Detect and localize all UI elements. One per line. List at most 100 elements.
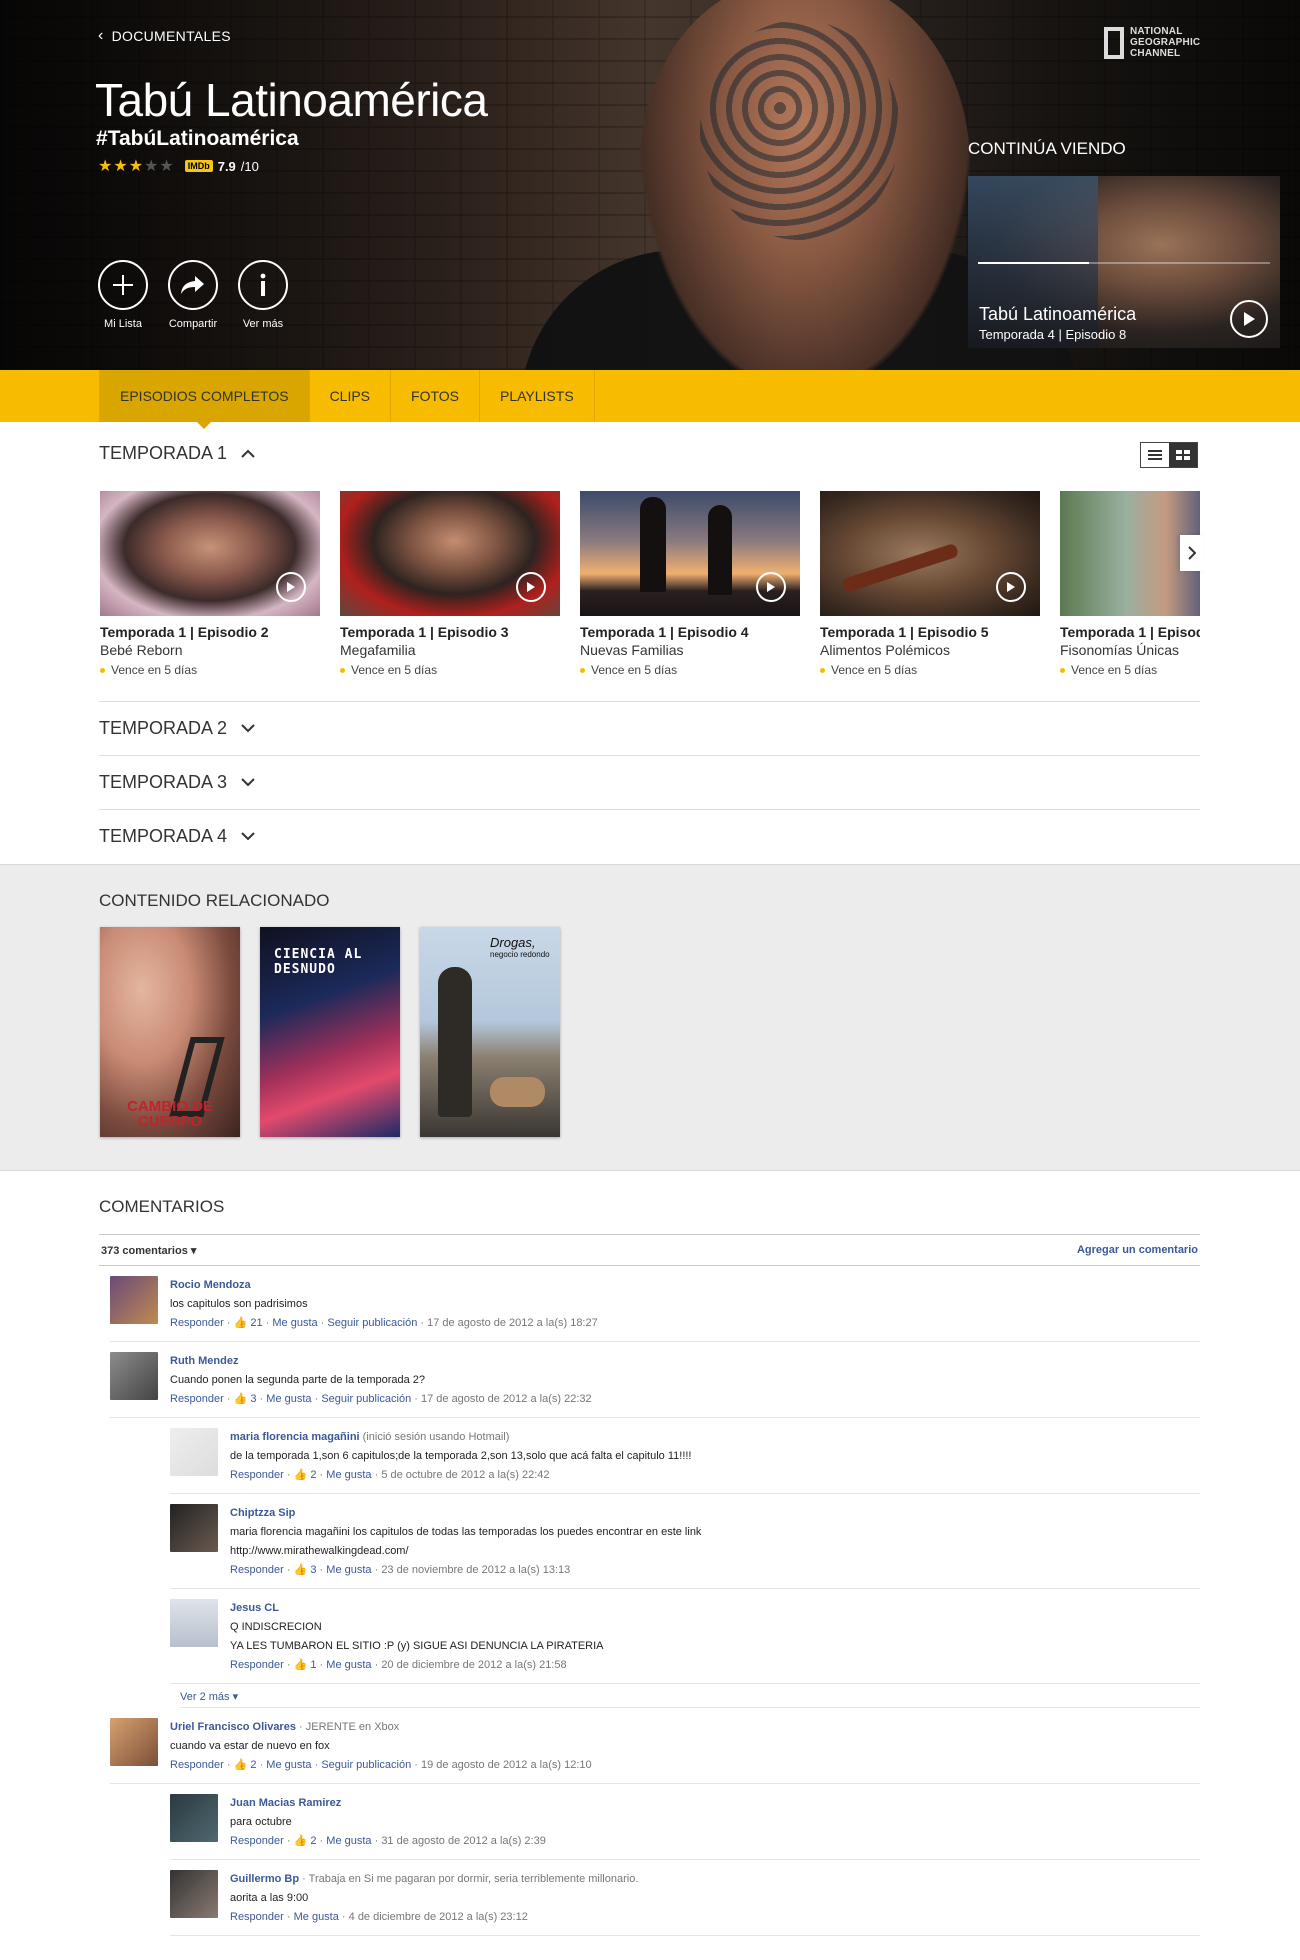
comment-author[interactable]: Jesus CL (230, 1602, 279, 1614)
follow-post-link[interactable]: Seguir publicación (327, 1317, 417, 1329)
season-4-toggle[interactable]: TEMPORADA 4 (99, 809, 1200, 863)
play-icon[interactable] (1230, 300, 1268, 338)
reply-link[interactable]: Responder (230, 1564, 284, 1576)
like-link[interactable]: Me gusta (272, 1317, 317, 1329)
tab-full-episodes[interactable]: EPISODIOS COMPLETOS (99, 370, 310, 429)
chevron-right-icon (1188, 546, 1196, 560)
avatar[interactable] (170, 1794, 218, 1842)
comment-reply: Jesus CL Q INDISCRECION YA LES TUMBARON E… (170, 1589, 1200, 1684)
comment-reply: maria florencia magañini (inició sesión … (170, 1418, 1200, 1494)
like-count[interactable]: 👍 21 (234, 1317, 263, 1329)
hero-actions: Mi Lista Compartir Ver más (98, 260, 288, 330)
avatar[interactable] (110, 1276, 158, 1324)
share-button[interactable]: Compartir (168, 260, 218, 330)
comment-author[interactable]: Ruth Mendez (170, 1355, 238, 1367)
like-count[interactable]: 👍 1 (294, 1659, 317, 1671)
like-link[interactable]: Me gusta (326, 1835, 371, 1847)
like-count[interactable]: 👍 2 (294, 1835, 317, 1847)
comment-author[interactable]: Guillermo Bp (230, 1873, 299, 1885)
like-link[interactable]: Me gusta (326, 1564, 371, 1576)
like-count[interactable]: 👍 2 (234, 1759, 257, 1771)
comment-author[interactable]: Rocio Mendoza (170, 1279, 251, 1291)
season-2-toggle[interactable]: TEMPORADA 2 (99, 701, 1200, 755)
avatar[interactable] (170, 1870, 218, 1918)
avatar[interactable] (110, 1718, 158, 1766)
star-filled-icon: ★ (128, 158, 145, 175)
like-link[interactable]: Me gusta (294, 1911, 339, 1923)
like-count[interactable]: 👍 3 (234, 1393, 257, 1405)
avatar[interactable] (170, 1599, 218, 1647)
season-1-toggle[interactable]: TEMPORADA 1 (99, 443, 255, 464)
reply-link[interactable]: Responder (170, 1759, 224, 1771)
tab-playlists[interactable]: PLAYLISTS (480, 370, 595, 422)
related-title: CONTENIDO RELACIONADO (99, 891, 330, 910)
like-link[interactable]: Me gusta (326, 1659, 371, 1671)
comment-date: 20 de diciembre de 2012 a la(s) 21:58 (381, 1659, 567, 1671)
comment-author[interactable]: Chiptzza Sip (230, 1507, 295, 1519)
avatar[interactable] (110, 1352, 158, 1400)
reply-link[interactable]: Responder (170, 1317, 224, 1329)
rating: ★★★★★ IMDb 7.9/10 (98, 156, 259, 176)
reply-link[interactable]: Responder (230, 1659, 284, 1671)
like-link[interactable]: Me gusta (326, 1469, 371, 1481)
avatar[interactable] (170, 1428, 218, 1476)
chevron-down-icon (241, 778, 255, 787)
comment-date: 23 de noviembre de 2012 a la(s) 13:13 (381, 1564, 571, 1576)
comments-title: COMENTARIOS (99, 1197, 225, 1216)
plus-icon (98, 260, 148, 310)
season-3-toggle[interactable]: TEMPORADA 3 (99, 755, 1200, 809)
continue-watching-card[interactable]: Tabú Latinoamérica Temporada 4 | Episodi… (968, 176, 1280, 348)
reply-link[interactable]: Responder (230, 1835, 284, 1847)
comment-count[interactable]: 373 comentarios ▾ (101, 1244, 196, 1257)
reply-link[interactable]: Responder (230, 1469, 284, 1481)
play-icon[interactable] (516, 572, 546, 602)
carousel-next-button[interactable] (1180, 535, 1204, 571)
grid-view-icon[interactable] (1169, 443, 1197, 467)
list-view-icon[interactable] (1141, 443, 1169, 467)
comment-author[interactable]: maria florencia magañini (230, 1431, 360, 1443)
episode-card[interactable]: Temporada 1 | Episodi Fisonomías Únicas … (1060, 491, 1200, 677)
episode-card[interactable]: Temporada 1 | Episodio 5 Alimentos Polém… (820, 491, 1040, 677)
my-list-button[interactable]: Mi Lista (98, 260, 148, 330)
more-info-button[interactable]: Ver más (238, 260, 288, 330)
comment-reply: Chiptzza Sip maria florencia magañini lo… (170, 1494, 1200, 1589)
like-count[interactable]: 👍 2 (294, 1469, 317, 1481)
add-comment-link[interactable]: Agregar un comentario (1077, 1244, 1198, 1256)
tab-photos[interactable]: FOTOS (391, 370, 480, 422)
back-link[interactable]: ‹ DOCUMENTALES (98, 27, 231, 45)
episode-card[interactable]: Temporada 1 | Episodio 3 Megafamilia Ven… (340, 491, 560, 677)
comment-text: los capitulos son padrisimos (170, 1298, 308, 1310)
like-link[interactable]: Me gusta (266, 1393, 311, 1405)
related-poster[interactable]: CAMBIO DE CUERPO (100, 927, 240, 1137)
comments-bar: 373 comentarios ▾ Agregar un comentario (99, 1234, 1200, 1266)
like-link[interactable]: Me gusta (266, 1759, 311, 1771)
reply-link[interactable]: Responder (170, 1393, 224, 1405)
star-empty-icon: ★ (144, 158, 160, 175)
episode-card[interactable]: Temporada 1 | Episodio 2 Bebé Reborn Ven… (100, 491, 320, 677)
comment-author[interactable]: Uriel Francisco Olivares (170, 1721, 296, 1733)
share-arrow-icon (168, 260, 218, 310)
thumbs-up-icon: 👍 (233, 1317, 248, 1329)
view-toggle (1140, 442, 1198, 468)
imdb-badge: IMDb (184, 160, 213, 172)
play-icon[interactable] (996, 572, 1026, 602)
related-poster[interactable]: Drogas, negocio redondo (420, 927, 560, 1137)
episode-card[interactable]: Temporada 1 | Episodio 4 Nuevas Familias… (580, 491, 800, 677)
comment-text: Cuando ponen la segunda parte de la temp… (170, 1374, 426, 1386)
hero-banner: ‹ DOCUMENTALES NATIONAL GEOGRAPHIC CHANN… (0, 0, 1300, 370)
reply-link[interactable]: Responder (230, 1911, 284, 1923)
thumbs-up-icon: 👍 (293, 1469, 308, 1481)
follow-post-link[interactable]: Seguir publicación (321, 1759, 411, 1771)
comment-author[interactable]: Juan Macias Ramirez (230, 1797, 341, 1809)
play-icon[interactable] (276, 572, 306, 602)
continue-show-title: Tabú Latinoamérica (979, 304, 1137, 324)
follow-post-link[interactable]: Seguir publicación (321, 1393, 411, 1405)
related-poster[interactable]: CIENCIA AL DESNUDO (260, 927, 400, 1137)
like-count[interactable]: 👍 3 (294, 1564, 317, 1576)
show-more-replies[interactable]: Ver 2 más ▾ (180, 1684, 1200, 1708)
avatar[interactable] (170, 1504, 218, 1552)
play-icon[interactable] (756, 572, 786, 602)
star-rating: ★★★★★ (98, 156, 175, 176)
comment: Rocio Mendoza los capitulos son padrisim… (110, 1266, 1200, 1342)
tab-clips[interactable]: CLIPS (310, 370, 392, 422)
